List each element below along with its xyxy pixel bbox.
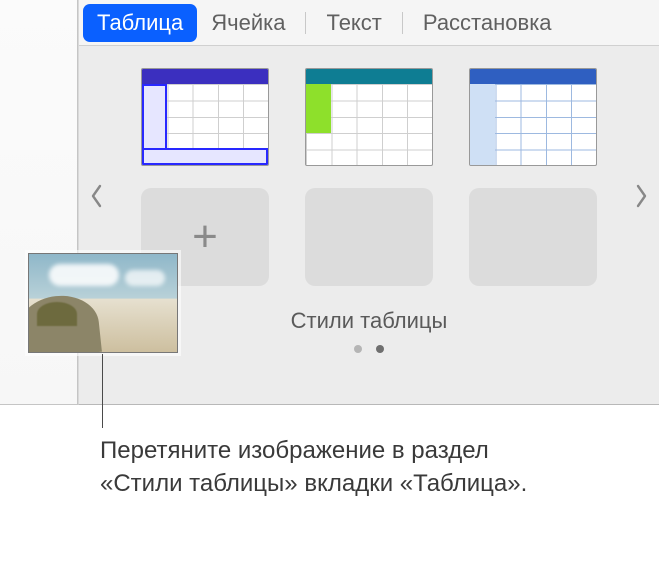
- style-row-1: [141, 68, 597, 166]
- tab-text[interactable]: Текст: [312, 4, 395, 42]
- tab-arrange[interactable]: Расстановка: [409, 4, 566, 42]
- tab-separator: [402, 12, 403, 34]
- dragged-image-thumbnail[interactable]: [28, 253, 178, 353]
- pager-dot[interactable]: [376, 345, 384, 353]
- chevron-right-icon: [633, 184, 649, 208]
- pager-dot[interactable]: [354, 345, 362, 353]
- empty-style-slot[interactable]: [469, 188, 597, 286]
- chevron-left-icon: [89, 184, 105, 208]
- callout-leader-line: [102, 354, 103, 428]
- table-style-thumb[interactable]: [305, 68, 433, 166]
- table-style-thumb[interactable]: [141, 68, 269, 166]
- styles-prev-button[interactable]: [85, 176, 109, 216]
- styles-next-button[interactable]: [629, 176, 653, 216]
- tab-table[interactable]: Таблица: [83, 4, 197, 42]
- tab-cell[interactable]: Ячейка: [197, 4, 299, 42]
- style-row-2: +: [141, 188, 597, 286]
- empty-style-slot[interactable]: [305, 188, 433, 286]
- styles-label: Стили таблицы: [119, 308, 619, 334]
- callout-caption: Перетяните изображение в раздел «Стили т…: [100, 434, 540, 500]
- tab-separator: [305, 12, 306, 34]
- tab-bar: Таблица Ячейка Текст Расстановка: [79, 0, 659, 46]
- styles-pager: [119, 340, 619, 358]
- table-style-thumb[interactable]: [469, 68, 597, 166]
- plus-icon: +: [192, 212, 218, 262]
